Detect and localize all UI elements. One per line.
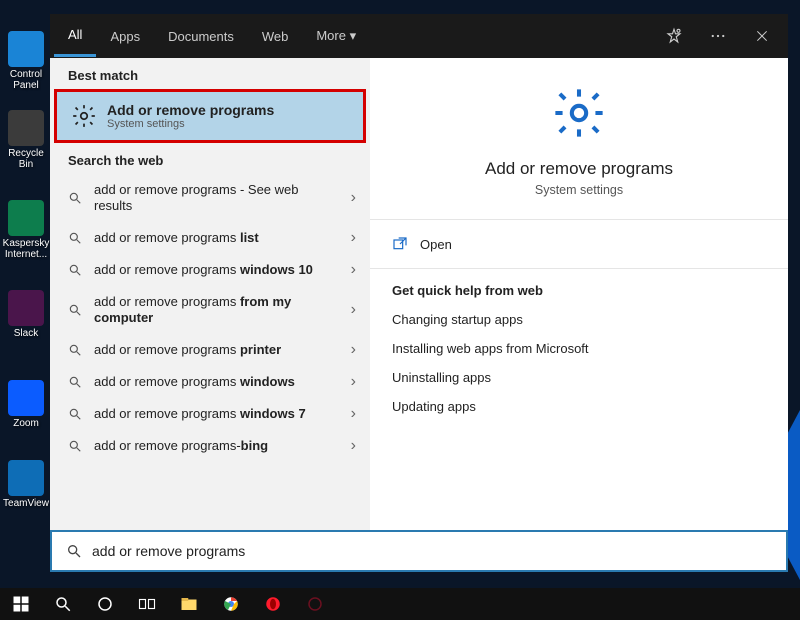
search-tabs-bar: All Apps Documents Web More ▾: [50, 14, 788, 58]
chevron-right-icon: ›: [351, 301, 356, 319]
tab-apps[interactable]: Apps: [96, 17, 154, 56]
chevron-right-icon: ›: [351, 229, 356, 247]
preview-title: Add or remove programs: [390, 159, 768, 179]
web-result-4[interactable]: add or remove programs printer›: [50, 334, 370, 366]
web-result-0[interactable]: add or remove programs - See web results…: [50, 174, 370, 222]
best-match-title: Add or remove programs: [107, 102, 274, 118]
desktop-icon-label: Recycle Bin: [2, 148, 50, 170]
desktop-icon-label: Control Panel: [2, 69, 50, 91]
desktop-icon-zoom[interactable]: Zoom: [2, 380, 50, 429]
ellipsis-icon[interactable]: [696, 14, 740, 58]
preview-pane: Add or remove programs System settings O…: [370, 58, 788, 530]
web-search-heading: Search the web: [50, 143, 370, 174]
tab-web[interactable]: Web: [248, 17, 303, 56]
web-result-5[interactable]: add or remove programs windows›: [50, 366, 370, 398]
chrome-icon[interactable]: [210, 588, 252, 620]
best-match-heading: Best match: [50, 58, 370, 89]
help-link-0[interactable]: Changing startup apps: [392, 312, 766, 327]
chevron-right-icon: ›: [351, 261, 356, 279]
preview-subtitle: System settings: [390, 183, 768, 197]
chevron-down-icon: ▾: [350, 28, 357, 43]
desktop-icon-label: TeamView: [2, 498, 50, 509]
task-view-icon[interactable]: [126, 588, 168, 620]
web-result-1[interactable]: add or remove programs list›: [50, 222, 370, 254]
gear-icon: [71, 103, 97, 129]
desktop-icon-label: Kaspersky Internet...: [2, 238, 50, 260]
close-icon[interactable]: [740, 14, 784, 58]
desktop-icon-kaspersky-internet-[interactable]: Kaspersky Internet...: [2, 200, 50, 260]
taskbar: [0, 588, 800, 620]
cortana-icon[interactable]: [84, 588, 126, 620]
desktop-icon-teamview[interactable]: TeamView: [2, 460, 50, 509]
help-heading: Get quick help from web: [392, 283, 766, 298]
opera-icon[interactable]: [252, 588, 294, 620]
search-input[interactable]: [92, 543, 772, 559]
desktop-icon-control-panel[interactable]: Control Panel: [2, 31, 50, 91]
desktop-icon-recycle-bin[interactable]: Recycle Bin: [2, 110, 50, 170]
search-icon: [68, 407, 82, 421]
start-button[interactable]: [0, 588, 42, 620]
search-icon: [68, 343, 82, 357]
tab-more[interactable]: More ▾: [302, 16, 370, 56]
search-icon: [68, 263, 82, 277]
web-result-2[interactable]: add or remove programs windows 10›: [50, 254, 370, 286]
desktop-icon-slack[interactable]: Slack: [2, 290, 50, 339]
search-icon: [68, 191, 82, 205]
feedback-icon[interactable]: [652, 14, 696, 58]
help-link-3[interactable]: Updating apps: [392, 399, 766, 414]
chevron-right-icon: ›: [351, 341, 356, 359]
tab-documents[interactable]: Documents: [154, 17, 248, 56]
web-result-3[interactable]: add or remove programs from my computer›: [50, 286, 370, 334]
open-action[interactable]: Open: [370, 220, 788, 268]
tab-all[interactable]: All: [54, 15, 96, 57]
taskbar-search-icon[interactable]: [42, 588, 84, 620]
chevron-right-icon: ›: [351, 189, 356, 207]
open-label: Open: [420, 237, 452, 252]
gear-icon: [552, 86, 606, 140]
open-icon: [392, 236, 408, 252]
chevron-right-icon: ›: [351, 405, 356, 423]
web-result-6[interactable]: add or remove programs windows 7›: [50, 398, 370, 430]
chevron-right-icon: ›: [351, 373, 356, 391]
file-explorer-icon[interactable]: [168, 588, 210, 620]
desktop-icon-label: Slack: [2, 328, 50, 339]
results-left-column: Best match Add or remove programs System…: [50, 58, 370, 530]
best-match-result[interactable]: Add or remove programs System settings: [54, 89, 366, 143]
desktop-icon-label: Zoom: [2, 418, 50, 429]
search-input-bar[interactable]: [50, 530, 788, 572]
help-link-2[interactable]: Uninstalling apps: [392, 370, 766, 385]
chevron-right-icon: ›: [351, 437, 356, 455]
help-link-1[interactable]: Installing web apps from Microsoft: [392, 341, 766, 356]
search-icon: [68, 439, 82, 453]
opera-gx-icon[interactable]: [294, 588, 336, 620]
start-search-panel: All Apps Documents Web More ▾ Best match…: [50, 14, 788, 572]
search-icon: [68, 375, 82, 389]
web-result-7[interactable]: add or remove programs-bing›: [50, 430, 370, 462]
search-icon: [68, 231, 82, 245]
search-icon: [68, 303, 82, 317]
best-match-subtitle: System settings: [107, 118, 274, 130]
search-icon: [66, 543, 82, 559]
